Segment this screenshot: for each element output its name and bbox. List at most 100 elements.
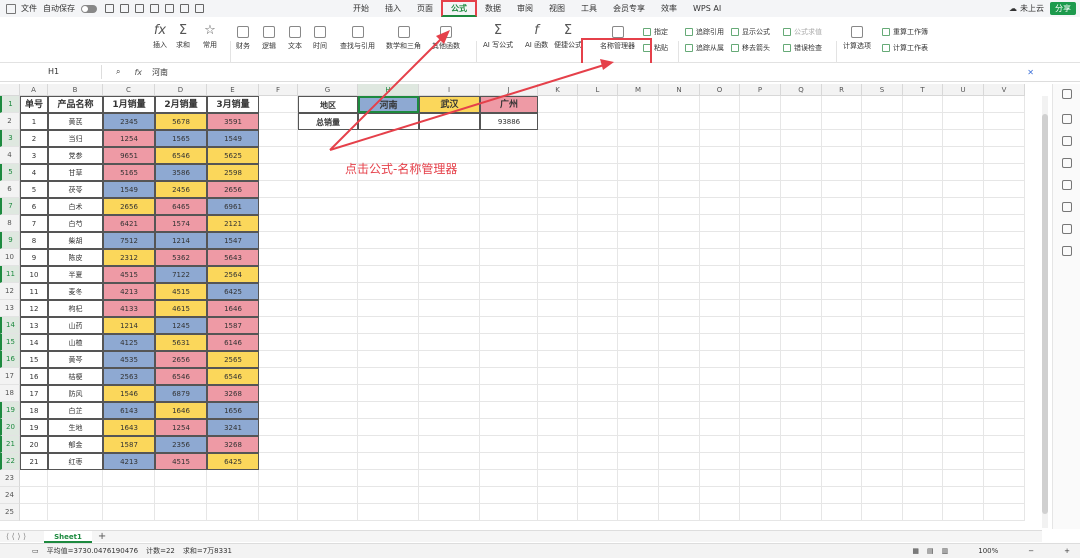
tab-efficiency[interactable]: 效率 <box>653 0 685 17</box>
table-cell[interactable]: 3 <box>20 147 48 164</box>
grid-cell[interactable] <box>822 113 862 130</box>
grid-cell[interactable] <box>822 283 862 300</box>
grid-cell[interactable] <box>419 487 480 504</box>
grid-cell[interactable] <box>419 300 480 317</box>
tab-member[interactable]: 会员专享 <box>605 0 653 17</box>
grid-cell[interactable] <box>419 368 480 385</box>
grid-cell[interactable] <box>358 181 419 198</box>
grid-cell[interactable] <box>822 351 862 368</box>
table-cell[interactable]: 山楂 <box>48 334 103 351</box>
grid-cell[interactable] <box>419 317 480 334</box>
grid-cell[interactable] <box>984 453 1025 470</box>
row-header[interactable]: 22 <box>0 453 20 470</box>
grid-cell[interactable] <box>538 487 578 504</box>
grid-cell[interactable] <box>618 436 659 453</box>
grid-cell[interactable] <box>659 130 700 147</box>
table-cell[interactable]: 5631 <box>155 334 207 351</box>
grid-cell[interactable] <box>618 113 659 130</box>
grid-cell[interactable] <box>538 470 578 487</box>
table-header-cell[interactable]: 2月销量 <box>155 96 207 113</box>
table-cell[interactable]: 17 <box>20 385 48 402</box>
table-cell[interactable]: 党参 <box>48 147 103 164</box>
grid-cell[interactable] <box>103 504 155 521</box>
table-cell[interactable]: 2356 <box>155 436 207 453</box>
grid-cell[interactable] <box>903 334 943 351</box>
grid-cell[interactable] <box>419 334 480 351</box>
column-header[interactable]: K <box>538 84 578 96</box>
grid-cell[interactable] <box>358 249 419 266</box>
grid-cell[interactable] <box>259 351 298 368</box>
grid-cell[interactable] <box>659 317 700 334</box>
grid-cell[interactable] <box>480 487 538 504</box>
scrollbar-thumb[interactable] <box>1042 114 1048 514</box>
table-cell[interactable]: 6425 <box>207 283 259 300</box>
row-header[interactable]: 3 <box>0 130 20 147</box>
grid-cell[interactable] <box>943 334 984 351</box>
table-cell[interactable]: 4615 <box>155 300 207 317</box>
backup-icon[interactable] <box>1062 180 1072 190</box>
table-cell[interactable]: 4535 <box>103 351 155 368</box>
grid-cell[interactable] <box>781 385 822 402</box>
table-cell[interactable]: 3268 <box>207 385 259 402</box>
table-cell[interactable]: 6 <box>20 198 48 215</box>
grid-cell[interactable] <box>862 385 903 402</box>
row-header[interactable]: 12 <box>0 283 20 300</box>
table-cell[interactable]: 白术 <box>48 198 103 215</box>
grid-cell[interactable] <box>984 283 1025 300</box>
grid-cell[interactable] <box>659 504 700 521</box>
grid-cell[interactable] <box>984 300 1025 317</box>
table-cell[interactable]: 4213 <box>103 453 155 470</box>
grid-cell[interactable] <box>538 113 578 130</box>
grid-cell[interactable] <box>358 436 419 453</box>
grid-cell[interactable] <box>700 266 740 283</box>
grid-cell[interactable] <box>538 436 578 453</box>
grid-cell[interactable] <box>480 232 538 249</box>
grid-cell[interactable] <box>480 419 538 436</box>
grid-cell[interactable] <box>618 334 659 351</box>
grid-cell[interactable] <box>740 300 781 317</box>
grid-cell[interactable] <box>700 147 740 164</box>
grid-cell[interactable] <box>700 198 740 215</box>
grid-cell[interactable] <box>480 504 538 521</box>
table-cell[interactable]: 白芍 <box>48 215 103 232</box>
grid-cell[interactable] <box>618 283 659 300</box>
row-header[interactable]: 1 <box>0 96 20 113</box>
region-cell[interactable]: 广州 <box>480 96 538 113</box>
table-cell[interactable]: 5625 <box>207 147 259 164</box>
grid-cell[interactable] <box>781 181 822 198</box>
column-header[interactable]: S <box>862 84 903 96</box>
row-header[interactable]: 6 <box>0 181 20 198</box>
table-cell[interactable]: 6546 <box>155 368 207 385</box>
grid-cell[interactable] <box>538 368 578 385</box>
grid-cell[interactable] <box>984 385 1025 402</box>
grid-cell[interactable] <box>984 164 1025 181</box>
grid-cell[interactable] <box>618 215 659 232</box>
total-cell[interactable]: 93886 <box>480 113 538 130</box>
grid-cell[interactable] <box>259 402 298 419</box>
row-header[interactable]: 5 <box>0 164 20 181</box>
ai-formula-icon[interactable]: ✕ <box>1027 68 1034 77</box>
grid-cell[interactable] <box>480 436 538 453</box>
grid-cell[interactable] <box>781 249 822 266</box>
table-cell[interactable]: 5165 <box>103 164 155 181</box>
grid-cell[interactable] <box>781 147 822 164</box>
row-header[interactable]: 14 <box>0 317 20 334</box>
grid-cell[interactable] <box>740 385 781 402</box>
grid-cell[interactable] <box>419 470 480 487</box>
grid-cell[interactable] <box>298 351 358 368</box>
zoom-level[interactable]: 100% <box>978 547 998 555</box>
sum-button[interactable]: Σ 求和 <box>176 22 190 50</box>
grid-cell[interactable] <box>903 419 943 436</box>
grid-cell[interactable] <box>659 164 700 181</box>
column-header[interactable]: A <box>20 84 48 96</box>
grid-cell[interactable] <box>618 249 659 266</box>
table-cell[interactable]: 黄芩 <box>48 351 103 368</box>
table-cell[interactable]: 1587 <box>207 317 259 334</box>
export-icon[interactable] <box>120 4 129 13</box>
grid-cell[interactable] <box>659 181 700 198</box>
grid-cell[interactable] <box>822 470 862 487</box>
grid-cell[interactable] <box>298 334 358 351</box>
row-header[interactable]: 2 <box>0 113 20 130</box>
grid-cell[interactable] <box>155 487 207 504</box>
table-header-cell[interactable]: 产品名称 <box>48 96 103 113</box>
